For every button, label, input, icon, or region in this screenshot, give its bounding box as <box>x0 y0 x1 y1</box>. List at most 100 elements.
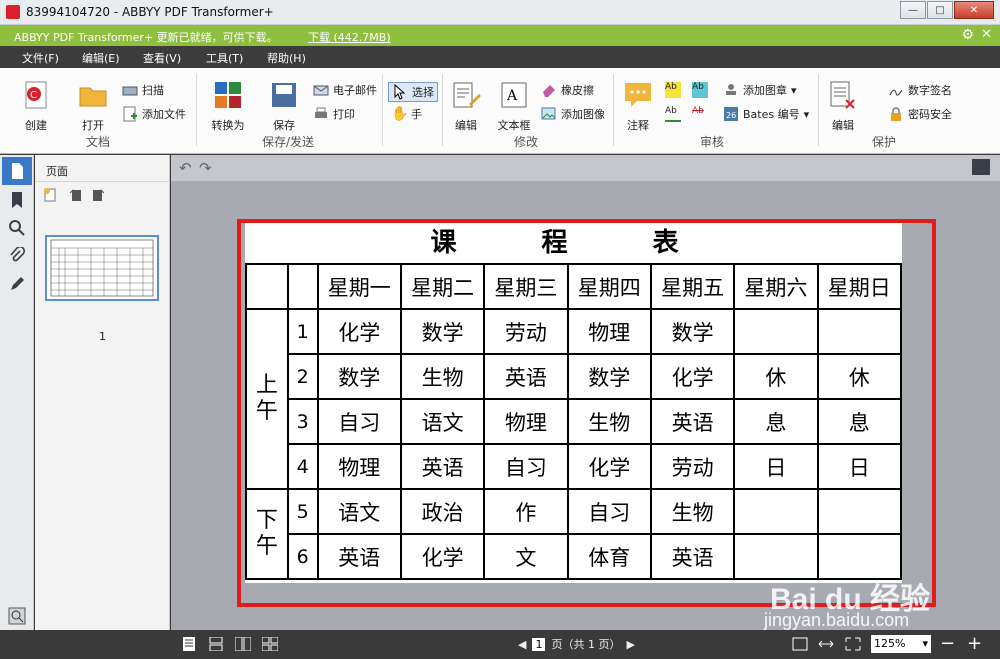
left-sidebar <box>0 155 34 630</box>
gear-icon[interactable]: ⚙ <box>961 27 974 43</box>
hand-tool-button[interactable]: ✋ 手 <box>391 106 422 122</box>
menu-tools[interactable]: 工具(T) <box>206 50 243 66</box>
menu-file[interactable]: 文件(F) <box>22 50 59 66</box>
underline-tool[interactable]: Ab <box>665 106 681 122</box>
scan-label: 扫描 <box>142 84 164 97</box>
svg-text:C: C <box>30 90 37 101</box>
convert-button[interactable]: 转换为 <box>203 80 253 133</box>
digital-signature-button[interactable]: 数字签名 <box>888 82 952 98</box>
bates-number-button[interactable]: 26 Bates 编号 ▾ <box>723 106 809 122</box>
add-image-button[interactable]: 添加图像 <box>541 106 605 122</box>
svg-text:A: A <box>506 88 518 104</box>
hand-label: 手 <box>411 108 422 121</box>
insert-page-icon[interactable] <box>42 187 58 203</box>
protect-edit-button[interactable]: 编辑 <box>826 80 860 133</box>
select-tool-button[interactable]: 选择 <box>388 82 438 102</box>
pages-panel-title: 页面 <box>46 165 68 178</box>
window-title: 83994104720 - ABBYY PDF Transformer+ <box>26 5 274 19</box>
menu-edit[interactable]: 编辑(E) <box>82 50 120 66</box>
rotate-right-icon[interactable] <box>90 187 106 203</box>
password-security-label: 密码安全 <box>908 108 952 121</box>
page-thumbnail-preview <box>50 239 154 297</box>
lock-icon <box>891 107 901 121</box>
print-button[interactable]: 打印 <box>313 106 355 122</box>
signature-icon <box>889 89 903 96</box>
redo-icon[interactable]: ↷ <box>199 159 212 177</box>
add-file-button[interactable]: 添加文件 <box>122 106 186 122</box>
fit-page-icon[interactable] <box>845 637 861 651</box>
continuous-view-icon[interactable] <box>208 637 224 651</box>
document-view: ↶ ↷ 课 程 表 星期一 星期二 星期三 星期四 星期五 星期六 星期日 上午… <box>171 155 1000 630</box>
minimize-button[interactable]: — <box>900 1 926 19</box>
underline-icon: Ab <box>665 106 681 122</box>
text-color-icon: Ab <box>692 82 708 98</box>
signature-pen-icon[interactable] <box>8 275 26 293</box>
textbox-label: 文本框 <box>497 119 531 132</box>
next-page-icon[interactable]: ▶ <box>626 638 634 651</box>
page-thumbnail[interactable] <box>45 235 159 301</box>
svg-text:26: 26 <box>726 111 736 120</box>
add-file-icon <box>123 106 137 122</box>
actual-size-icon[interactable] <box>792 637 808 651</box>
fit-width-icon[interactable] <box>818 637 834 651</box>
maximize-button[interactable]: □ <box>927 1 953 19</box>
zoom-select[interactable]: 125% ▾ <box>871 635 931 653</box>
attachment-icon[interactable] <box>8 247 26 265</box>
save-label: 保存 <box>273 119 295 132</box>
menu-help[interactable]: 帮助(H) <box>267 50 306 66</box>
highlight-tool-2[interactable]: Ab <box>692 82 708 98</box>
edit-button[interactable]: 编辑 <box>448 80 484 133</box>
zoom-search-icon[interactable] <box>8 607 26 625</box>
rotate-left-icon[interactable] <box>68 187 84 203</box>
close-button[interactable]: ✕ <box>954 1 994 19</box>
app-icon <box>6 5 20 19</box>
menu-view[interactable]: 查看(V) <box>143 50 181 66</box>
update-message: ABBYY PDF Transformer+ 更新已就绪，可供下载。 <box>14 31 278 44</box>
scan-button[interactable]: 扫描 <box>122 82 164 98</box>
email-icon <box>313 85 329 96</box>
save-button[interactable]: 保存 <box>262 80 306 133</box>
create-pdf-icon: C <box>25 81 47 109</box>
protect-edit-label: 编辑 <box>832 119 854 132</box>
two-page-view-icon[interactable] <box>235 637 251 651</box>
single-page-view-icon[interactable] <box>181 637 197 651</box>
strikethrough-icon: Ab <box>692 106 704 116</box>
group-review-label: 审核 <box>700 135 725 149</box>
create-button[interactable]: C 创建 <box>10 80 62 133</box>
highlight-tool[interactable]: Ab <box>665 82 681 98</box>
chevron-down-icon: ▾ <box>922 637 928 650</box>
add-file-label: 添加文件 <box>142 108 186 121</box>
pages-panel: 页面 1 <box>35 155 170 630</box>
bookmark-icon[interactable] <box>8 191 26 209</box>
group-save-label: 保存/发送 <box>262 135 315 149</box>
group-document-label: 文档 <box>86 135 111 149</box>
comment-button[interactable]: 注释 <box>621 80 655 133</box>
previous-page-icon[interactable]: ◀ <box>518 638 526 651</box>
digital-signature-label: 数字签名 <box>908 84 952 97</box>
search-icon[interactable] <box>8 219 26 237</box>
zoom-in-icon[interactable]: + <box>967 633 982 654</box>
zoom-out-icon[interactable]: − <box>940 633 955 654</box>
email-button[interactable]: 电子邮件 <box>313 82 377 98</box>
eraser-label: 橡皮擦 <box>561 84 594 97</box>
password-security-button[interactable]: 密码安全 <box>888 106 952 122</box>
undo-icon[interactable]: ↶ <box>179 159 192 177</box>
document-top-toolbar: ↶ ↷ <box>171 155 1000 181</box>
menu-bar: 文件(F) 编辑(E) 查看(V) 工具(T) 帮助(H) <box>0 46 1000 68</box>
download-link[interactable]: 下载 (442.7MB) <box>308 29 391 45</box>
close-icon[interactable]: ✕ <box>981 27 992 42</box>
add-stamp-button[interactable]: 添加图章 ▾ <box>723 82 797 98</box>
page-number-input[interactable]: 1 <box>532 637 546 651</box>
comments-panel-icon[interactable] <box>972 159 990 175</box>
textbox-button[interactable]: A 文本框 <box>494 80 534 133</box>
edit-label: 编辑 <box>455 119 477 132</box>
grid-view-icon[interactable] <box>262 637 278 651</box>
eraser-button[interactable]: 橡皮擦 <box>541 82 594 98</box>
ribbon-toolbar: C 创建 打开 扫描 添加文件 文档 转换为 保存 电子邮件 打印 保存/发送 … <box>0 68 1000 154</box>
comment-label: 注释 <box>627 119 649 132</box>
watermark-url: jingyan.baidu.com <box>764 610 910 630</box>
convert-formats-icon <box>215 82 241 108</box>
highlight-icon: Ab <box>665 82 681 98</box>
open-button[interactable]: 打开 <box>70 80 116 133</box>
strikethrough-tool[interactable]: Ab <box>692 106 708 122</box>
